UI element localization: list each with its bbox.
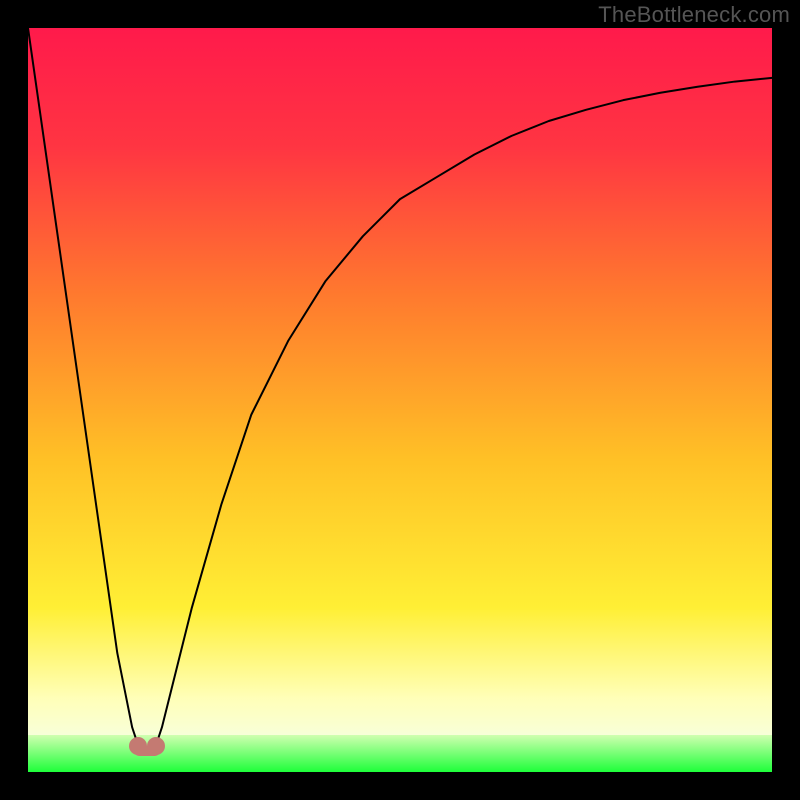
chart-frame: TheBottleneck.com xyxy=(0,0,800,800)
bottleneck-curve xyxy=(28,28,772,772)
curve-path xyxy=(28,28,772,750)
dip-marker xyxy=(125,736,169,760)
plot-area xyxy=(28,28,772,772)
attribution-text: TheBottleneck.com xyxy=(598,2,790,28)
